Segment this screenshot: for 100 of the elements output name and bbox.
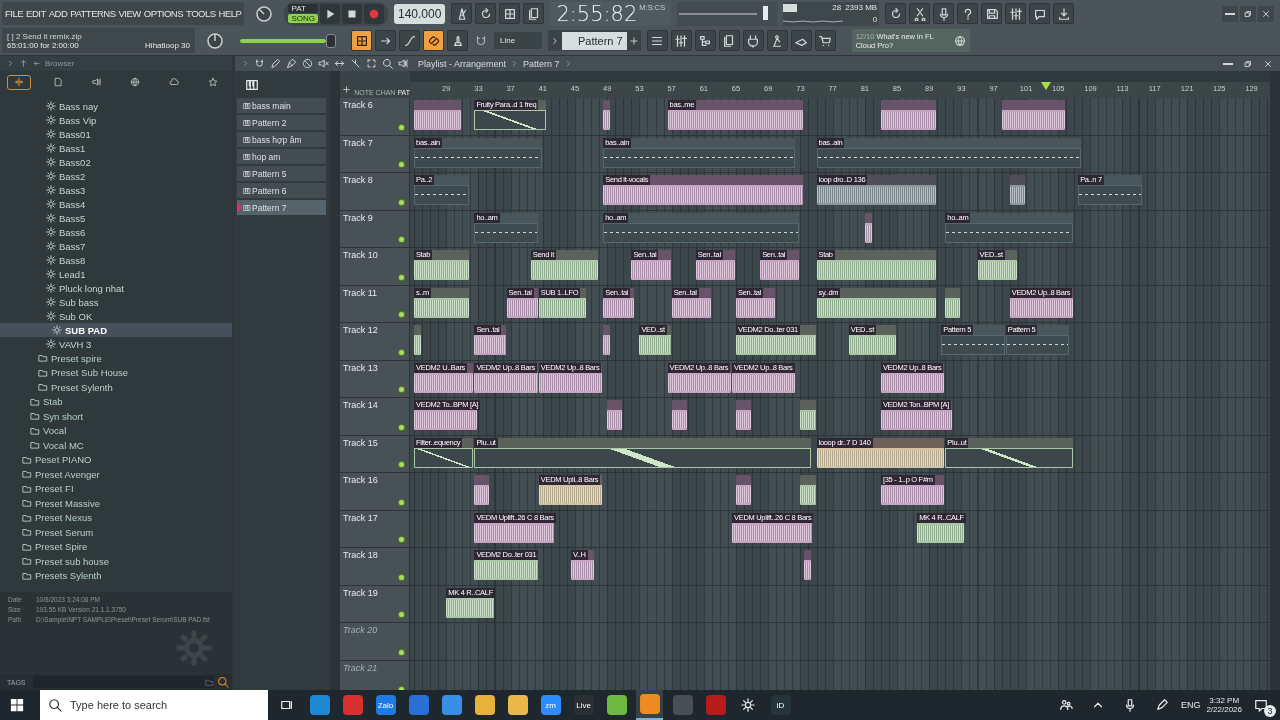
scrollbar[interactable] [330, 71, 340, 690]
browser-tab[interactable] [7, 74, 32, 90]
track-header[interactable]: Track 13 [340, 360, 410, 397]
knob-icon[interactable] [254, 3, 275, 24]
toolbar-button[interactable] [814, 30, 836, 51]
audio-clip[interactable] [603, 100, 611, 130]
track-header[interactable]: Track 10 [340, 248, 410, 285]
folder-item[interactable]: Syn short [0, 409, 232, 424]
preset-item[interactable]: SUB PAD [0, 323, 232, 337]
toolbar-button[interactable] [885, 3, 907, 24]
pattern-item[interactable]: Pattern 7 [237, 200, 326, 215]
stop-button[interactable] [342, 3, 362, 24]
restore-button[interactable] [1240, 5, 1256, 22]
mode-toggle[interactable]: PAT [288, 4, 318, 13]
preset-item[interactable]: Bass4 [0, 197, 232, 211]
mode-toggle[interactable]: SONG [288, 14, 318, 23]
pattern-item[interactable]: hop am [237, 149, 326, 164]
menu-item[interactable]: HELP [218, 8, 242, 19]
folder-item[interactable]: Preset Massive [0, 496, 232, 511]
preset-item[interactable]: Bass6 [0, 225, 232, 239]
toolbar-button[interactable] [1053, 3, 1075, 24]
preset-item[interactable]: Bass2 [0, 169, 232, 183]
pattern-item[interactable]: bass main [237, 98, 326, 113]
pattern-item[interactable]: bass hợp âm [237, 132, 326, 147]
toolbar-button[interactable] [646, 30, 668, 51]
track-enable-led[interactable] [399, 124, 404, 130]
toolbar-button[interactable] [351, 30, 372, 51]
tool-button[interactable] [364, 56, 378, 71]
menu-item[interactable]: ADD [48, 8, 68, 19]
toolbar-button[interactable] [957, 3, 979, 24]
minimize-button[interactable] [1222, 5, 1238, 22]
preset-item[interactable]: Bass7 [0, 239, 232, 253]
toolbar-button[interactable] [670, 30, 692, 51]
preset-item[interactable]: Lead1 [0, 267, 232, 281]
start-icon[interactable] [10, 698, 24, 712]
search-field[interactable]: Type here to search [40, 690, 268, 720]
track-header[interactable]: Track 17 [340, 510, 410, 547]
track-header[interactable]: Track 16 [340, 473, 410, 510]
track-enable-led[interactable] [399, 574, 404, 580]
track-header[interactable]: Track 7 [340, 135, 410, 172]
toolbar-button[interactable] [933, 3, 955, 24]
preset-item[interactable]: VAVH 3 [0, 337, 232, 351]
menu-item[interactable]: OPTIONS [143, 8, 184, 19]
menu-item[interactable]: EDIT [26, 8, 46, 19]
preset-item[interactable]: Bass01 [0, 127, 232, 141]
knob-icon[interactable] [205, 30, 225, 51]
menu-item[interactable]: VIEW [118, 8, 141, 19]
taskbar-app[interactable]: Live [570, 690, 597, 720]
preset-item[interactable]: Sub bass [0, 295, 232, 309]
toolbar-button[interactable] [766, 30, 788, 51]
audio-clip[interactable] [945, 287, 961, 318]
preset-item[interactable]: Bass02 [0, 155, 232, 169]
tags-field[interactable] [32, 676, 214, 688]
toolbar-button[interactable] [451, 3, 473, 24]
snap-dropdown[interactable]: Line [494, 32, 542, 49]
taskbar-app[interactable] [636, 690, 663, 720]
track-enable-led[interactable] [399, 424, 404, 430]
taskbar-clock[interactable]: 3:32 PM 2/22/2026 [1206, 696, 1242, 714]
audio-clip[interactable] [736, 475, 752, 505]
folder-item[interactable]: Presets Sylenth [0, 568, 232, 583]
track-enable-led[interactable] [399, 499, 404, 505]
folder-item[interactable]: Preset FI [0, 481, 232, 496]
folder-item[interactable]: Preset Sub House [0, 365, 232, 380]
taskbar-app[interactable]: Zalo [372, 690, 399, 720]
audio-clip[interactable] [474, 475, 490, 505]
audio-clip[interactable] [607, 400, 623, 430]
track-header[interactable]: Track 6 [340, 98, 410, 135]
toolbar-button[interactable] [1005, 3, 1027, 24]
toolbar-button[interactable] [399, 30, 420, 51]
folder-item[interactable]: Vocal [0, 423, 232, 438]
menu-item[interactable]: TOOLS [186, 8, 216, 19]
track-header[interactable]: Track 18 [340, 548, 410, 585]
audio-clip[interactable] [800, 475, 816, 505]
track-enable-led[interactable] [399, 349, 404, 355]
pattern-item[interactable]: Pattern 5 [237, 166, 326, 181]
overview-scrollbar[interactable] [410, 71, 1270, 82]
track-header[interactable]: Track 9 [340, 210, 410, 247]
preset-item[interactable]: Bass Vip [0, 113, 232, 127]
folder-item[interactable]: Preset Nexus [0, 510, 232, 525]
track-enable-led[interactable] [399, 199, 404, 205]
track-header[interactable]: Track 15 [340, 435, 410, 472]
tool-button[interactable] [284, 56, 298, 71]
preset-item[interactable]: Sub OK [0, 309, 232, 323]
preset-item[interactable]: Bass5 [0, 211, 232, 225]
preset-item[interactable]: Bass8 [0, 253, 232, 267]
toolbar-button[interactable] [375, 30, 396, 51]
track-enable-led[interactable] [399, 462, 404, 467]
toolbar-button[interactable] [981, 3, 1003, 24]
track-header[interactable]: Track 8 [340, 173, 410, 210]
preset-item[interactable]: Pluck long nhat [0, 281, 232, 295]
menu-item[interactable]: PATTERNS [70, 8, 116, 19]
tool-button[interactable] [300, 56, 314, 71]
toolbar-button[interactable] [1029, 3, 1051, 24]
track-enable-led[interactable] [399, 274, 404, 280]
tool-button[interactable] [380, 56, 394, 71]
folder-item[interactable]: Vocal MC [0, 438, 232, 453]
menu-item[interactable]: FILE [5, 8, 24, 19]
preset-item[interactable]: Bass nay [0, 99, 232, 113]
audio-clip[interactable] [804, 550, 812, 580]
track-header[interactable]: Track 14 [340, 398, 410, 435]
